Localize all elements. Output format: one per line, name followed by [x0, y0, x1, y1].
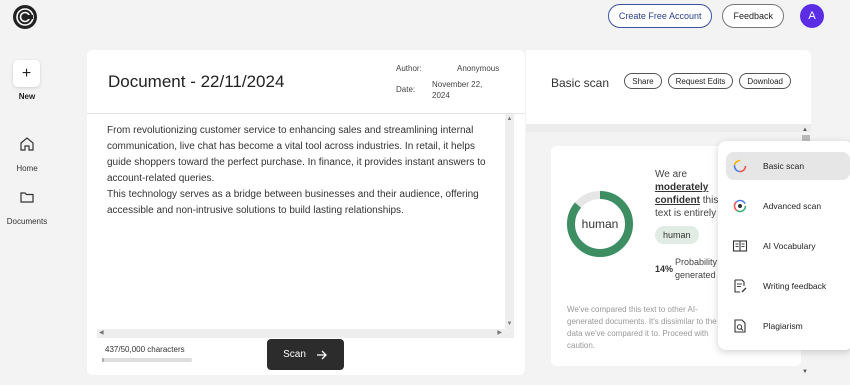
result-message-mid: this [702, 195, 719, 206]
human-tag: human [655, 226, 699, 244]
home-icon [20, 137, 34, 151]
menu-item-label: Plagiarism [763, 321, 803, 331]
share-button[interactable]: Share [624, 73, 662, 89]
menu-item-writing-feedback[interactable]: Writing feedback [726, 272, 850, 300]
writing-feedback-icon [734, 279, 747, 293]
results-divider [526, 124, 811, 132]
sidebar-item-label: Home [16, 164, 38, 173]
probability-value: 14% [655, 264, 674, 274]
divider [87, 113, 525, 114]
folder-icon [20, 192, 34, 203]
date-label: Date: [396, 85, 416, 94]
date-value-line2: 2024 [432, 91, 450, 100]
basic-scan-icon [733, 159, 747, 173]
scan-type-menu: Basic scan Advanced scan AI Vocabulary W… [718, 141, 850, 350]
new-button[interactable]: + [13, 60, 40, 87]
results-title: Basic scan [551, 76, 610, 90]
top-actions: Create Free Account Feedback A [607, 4, 824, 28]
sidebar-item-documents[interactable]: Documents [0, 189, 54, 229]
document-text-area[interactable]: From revolutionizing customer service to… [107, 123, 497, 219]
menu-item-label: AI Vocabulary [763, 241, 816, 251]
author-label: Author: [396, 64, 422, 73]
character-count: 437/50,000 characters [105, 345, 185, 354]
character-progress-fill [102, 358, 104, 362]
avatar[interactable]: A [800, 4, 824, 28]
results-header: Basic scan Share Request Edits Download [526, 50, 811, 124]
ai-vocabulary-icon [732, 240, 748, 252]
date-value-line1: November 22, [432, 80, 483, 89]
menu-item-label: Advanced scan [763, 201, 822, 211]
scroll-up-icon[interactable]: ▲ [802, 127, 808, 133]
new-label: New [18, 92, 36, 101]
results-actions: Share Request Edits Download [624, 73, 791, 89]
document-paragraph: This technology serves as a bridge betwe… [107, 189, 479, 216]
probability-label-2: generated [675, 270, 716, 280]
plagiarism-icon [734, 319, 746, 333]
author-value: Anonymous [457, 64, 500, 73]
scroll-left-icon[interactable]: ◀ [99, 329, 104, 336]
scroll-up-icon[interactable]: ▲ [505, 116, 514, 122]
donut-label: human [581, 217, 619, 231]
menu-item-label: Basic scan [763, 161, 805, 171]
character-progress-bar [102, 358, 192, 362]
result-message-end: text is entirely [655, 208, 717, 219]
confidence-link[interactable]: moderately [655, 182, 708, 193]
menu-item-ai-vocabulary[interactable]: AI Vocabulary [726, 232, 850, 260]
plus-icon: + [21, 64, 32, 82]
request-edits-button[interactable]: Request Edits [667, 73, 734, 89]
menu-item-basic-scan[interactable]: Basic scan [726, 152, 850, 180]
feedback-button[interactable]: Feedback [722, 4, 784, 28]
result-message-pre: We are [655, 169, 688, 180]
scroll-right-icon[interactable]: ▶ [497, 329, 502, 336]
menu-item-advanced-scan[interactable]: Advanced scan [726, 192, 850, 220]
result-note: We've compared this text to other AI-gen… [567, 305, 717, 350]
scan-button-label: Scan [283, 349, 306, 360]
app-logo-icon[interactable] [12, 4, 38, 30]
confidence-link-2[interactable]: confident [655, 195, 700, 206]
sidebar-item-label: Documents [6, 217, 48, 226]
scroll-down-icon[interactable]: ▼ [802, 369, 808, 375]
sidebar-item-home[interactable]: Home [0, 136, 54, 176]
advanced-scan-icon [733, 199, 747, 213]
horizontal-scrollbar[interactable]: ◀ ▶ [97, 329, 514, 338]
vertical-scrollbar[interactable]: ▲ ▼ [505, 114, 514, 329]
document-paragraph: From revolutionizing customer service to… [107, 125, 486, 184]
scan-button[interactable]: Scan [267, 339, 344, 370]
menu-item-plagiarism[interactable]: Plagiarism [726, 312, 850, 340]
probability-label-1: Probability [675, 257, 718, 267]
arrow-right-icon [316, 350, 327, 359]
scroll-down-icon[interactable]: ▼ [505, 321, 514, 327]
document-panel: Document - 22/11/2024 Author: Anonymous … [87, 50, 525, 375]
download-button[interactable]: Download [739, 73, 791, 89]
create-free-account-button[interactable]: Create Free Account [607, 4, 713, 28]
document-title[interactable]: Document - 22/11/2024 [108, 72, 284, 92]
menu-item-label: Writing feedback [763, 281, 827, 291]
